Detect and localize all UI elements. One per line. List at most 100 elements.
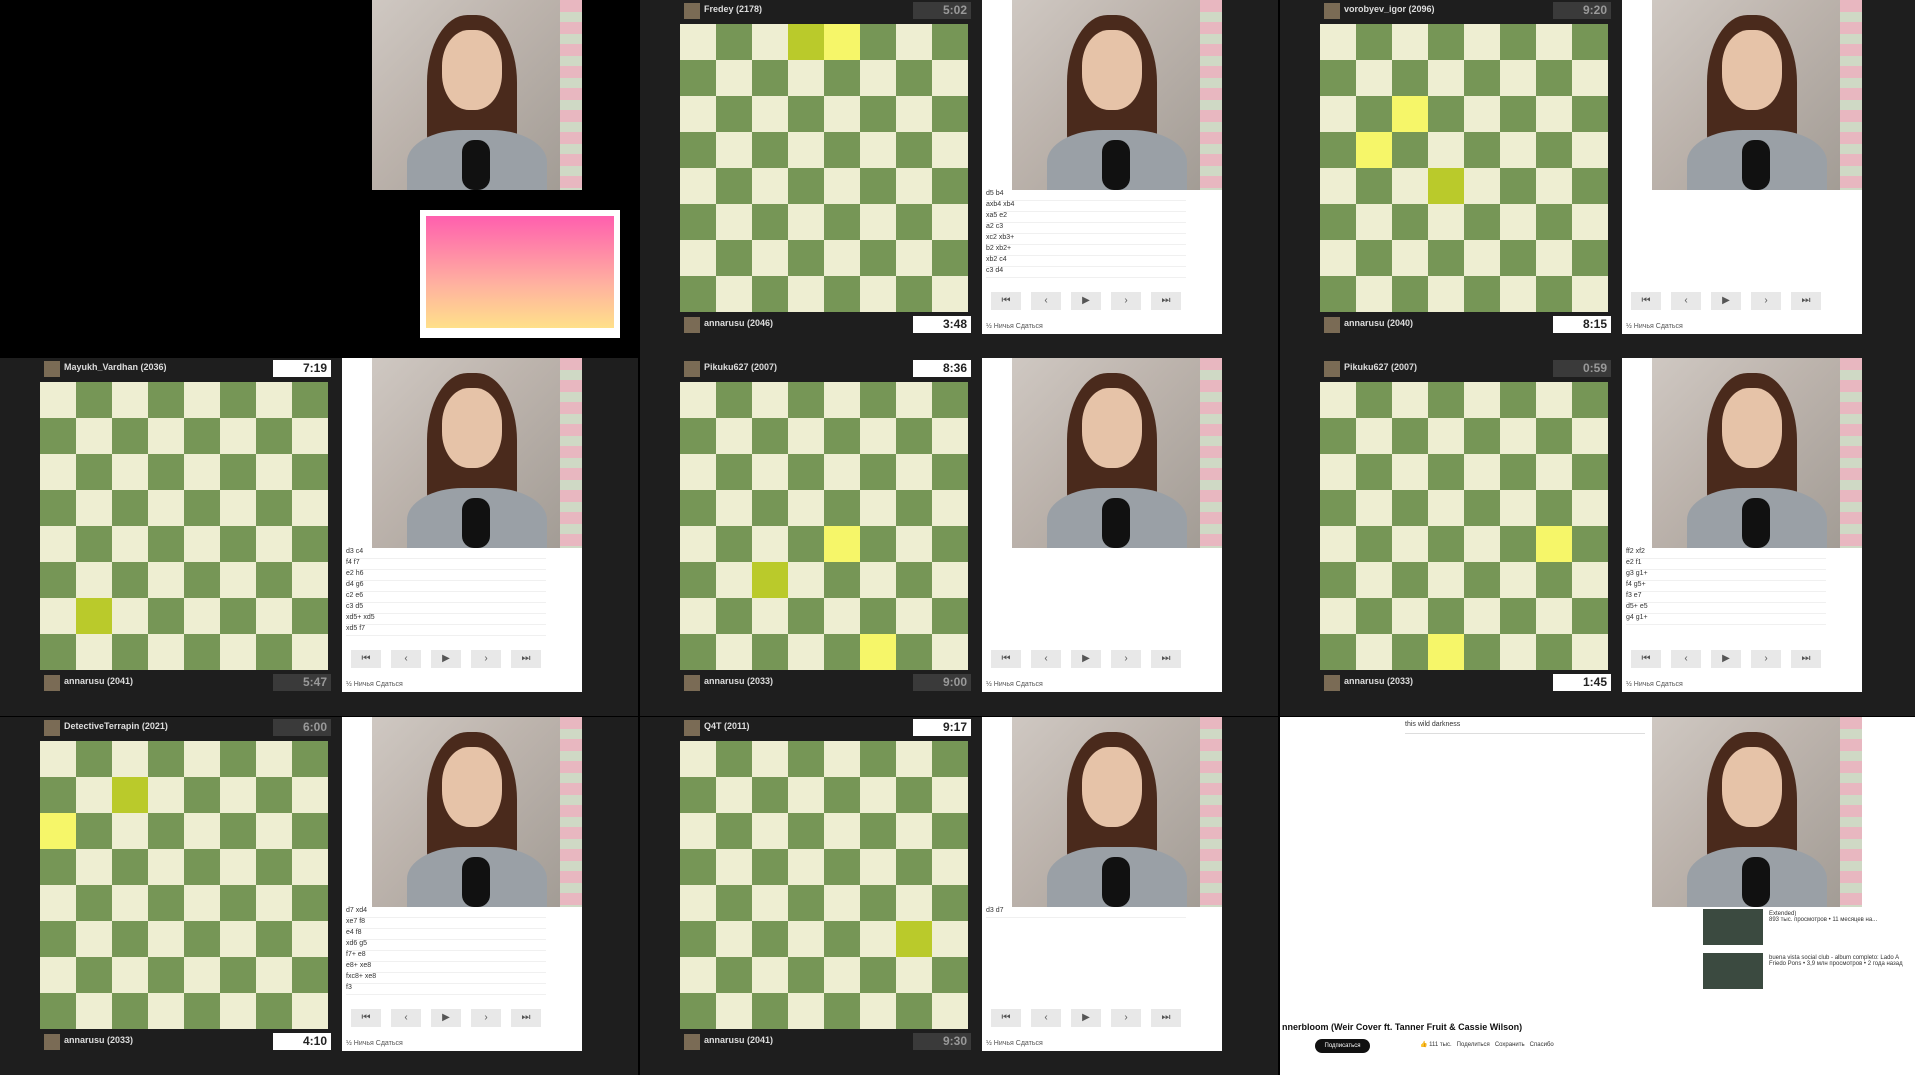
board-square[interactable] [680,921,716,957]
board-square[interactable] [1392,132,1428,168]
board-square[interactable] [680,276,716,312]
move-row[interactable]: a2 c3 [986,223,1186,234]
board-square[interactable] [292,418,328,454]
board-square[interactable] [716,382,752,418]
board-square[interactable] [716,490,752,526]
board-square[interactable] [184,777,220,813]
board-square[interactable] [1392,24,1428,60]
board-square[interactable] [1320,276,1356,312]
board-square[interactable] [752,777,788,813]
board-square[interactable] [40,562,76,598]
board-square[interactable] [824,240,860,276]
board-square[interactable] [1428,418,1464,454]
board-square[interactable] [788,276,824,312]
board-square[interactable] [112,741,148,777]
board-square[interactable] [1464,418,1500,454]
board-square[interactable] [896,60,932,96]
board-square[interactable] [752,24,788,60]
board-square[interactable] [1392,562,1428,598]
board-square[interactable] [1464,490,1500,526]
board-square[interactable] [220,490,256,526]
board-square[interactable] [112,885,148,921]
board-square[interactable] [1464,526,1500,562]
board-square[interactable] [184,418,220,454]
board-square[interactable] [1536,240,1572,276]
move-row[interactable]: ff2 xf2 [1626,548,1826,559]
board-square[interactable] [256,418,292,454]
board-square[interactable] [788,849,824,885]
board-square[interactable] [1320,598,1356,634]
draw-resign-links[interactable]: ½ Ничья Сдаться [1626,323,1683,330]
board-square[interactable] [1536,526,1572,562]
video-thumbnail[interactable] [1703,909,1763,945]
board-square[interactable] [220,418,256,454]
chess-board[interactable] [680,382,968,670]
board-square[interactable] [932,382,968,418]
board-square[interactable] [1320,60,1356,96]
board-square[interactable] [896,490,932,526]
board-square[interactable] [932,849,968,885]
move-row[interactable]: d3 c4 [346,548,546,559]
board-square[interactable] [824,132,860,168]
board-square[interactable] [824,490,860,526]
board-square[interactable] [1428,132,1464,168]
board-square[interactable] [40,526,76,562]
board-square[interactable] [896,777,932,813]
board-square[interactable] [680,849,716,885]
board-square[interactable] [220,741,256,777]
board-square[interactable] [1500,490,1536,526]
board-square[interactable] [256,562,292,598]
board-square[interactable] [824,741,860,777]
board-square[interactable] [680,562,716,598]
video-thumbnail[interactable] [1703,953,1763,989]
board-square[interactable] [932,741,968,777]
board-square[interactable] [76,454,112,490]
board-square[interactable] [860,168,896,204]
move-row[interactable]: xb2 c4 [986,256,1186,267]
board-square[interactable] [148,418,184,454]
prev-move-button[interactable]: ‹ [391,1009,421,1027]
board-square[interactable] [896,993,932,1029]
board-square[interactable] [860,60,896,96]
board-square[interactable] [112,957,148,993]
board-square[interactable] [788,454,824,490]
board-square[interactable] [1356,132,1392,168]
draw-resign-links[interactable]: ½ Ничья Сдаться [1626,681,1683,688]
prev-move-button[interactable]: ‹ [1671,650,1701,668]
board-square[interactable] [680,993,716,1029]
board-square[interactable] [112,562,148,598]
board-square[interactable] [824,885,860,921]
board-square[interactable] [860,562,896,598]
next-move-button[interactable]: › [471,650,501,668]
board-square[interactable] [1320,454,1356,490]
board-square[interactable] [1572,240,1608,276]
board-square[interactable] [752,276,788,312]
board-square[interactable] [716,957,752,993]
board-square[interactable] [824,921,860,957]
board-square[interactable] [1392,168,1428,204]
move-row[interactable]: xd6 g5 [346,940,546,951]
board-square[interactable] [40,598,76,634]
chess-board[interactable] [1320,24,1608,312]
board-square[interactable] [292,562,328,598]
board-square[interactable] [1464,204,1500,240]
board-square[interactable] [680,598,716,634]
board-square[interactable] [1572,634,1608,670]
board-square[interactable] [824,276,860,312]
move-list[interactable]: d3 c4 f4 f7 e2 h6 d4 g6 c2 e6 c3 d5 xd5+ xd5 xd… [346,548,546,636]
board-square[interactable] [896,598,932,634]
board-square[interactable] [896,204,932,240]
board-square[interactable] [184,849,220,885]
board-square[interactable] [860,741,896,777]
board-square[interactable] [824,598,860,634]
board-square[interactable] [788,382,824,418]
board-square[interactable] [220,526,256,562]
board-square[interactable] [1392,634,1428,670]
board-square[interactable] [1536,204,1572,240]
board-square[interactable] [220,921,256,957]
board-square[interactable] [112,454,148,490]
board-square[interactable] [752,418,788,454]
board-square[interactable] [1536,168,1572,204]
board-square[interactable] [1356,24,1392,60]
board-square[interactable] [148,849,184,885]
